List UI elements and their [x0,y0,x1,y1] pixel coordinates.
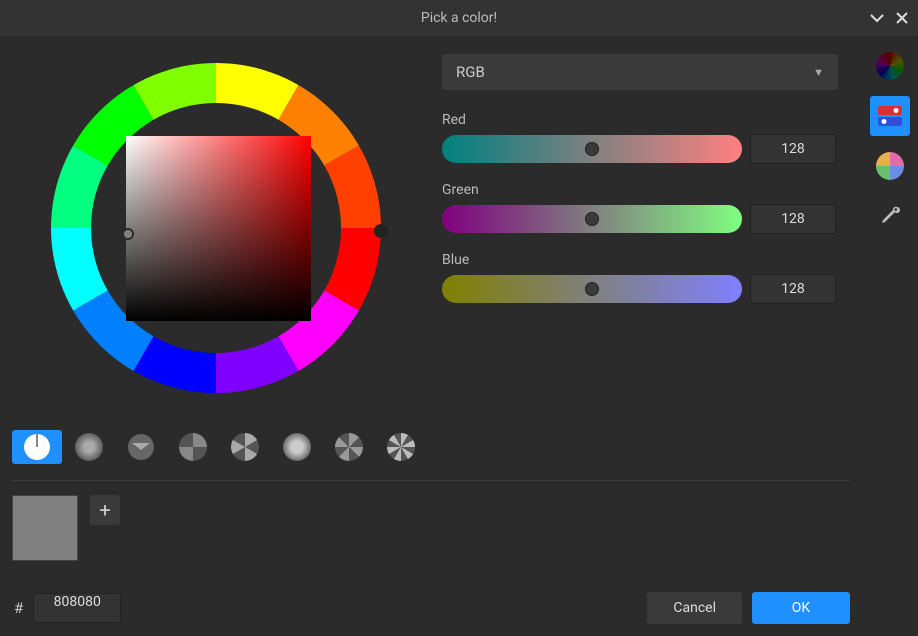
add-swatch-button[interactable]: + [90,495,120,525]
close-icon[interactable] [896,12,908,24]
preset-swatch[interactable] [220,430,270,464]
divider [12,480,850,481]
cancel-button[interactable]: Cancel [647,592,742,624]
blue-value-input[interactable]: 128 [750,274,836,304]
plus-icon: + [99,500,110,520]
slider-knob[interactable] [585,212,599,226]
red-slider[interactable] [442,135,742,163]
hex-input[interactable]: 808080 [33,593,121,623]
green-slider[interactable] [442,205,742,233]
minimize-icon[interactable] [870,13,884,23]
window-title: Pick a color! [421,10,497,26]
slider-label: Green [442,182,850,198]
chevron-down-icon: ▼ [813,66,824,79]
current-color-swatch[interactable] [12,495,78,561]
rail-palette-icon[interactable] [870,146,910,186]
titlebar: Pick a color! [0,0,918,36]
preset-swatch-row [12,430,850,464]
slider-label: Red [442,112,850,128]
preset-swatch[interactable] [324,430,374,464]
mode-label: RGB [456,63,485,81]
preset-swatch[interactable] [116,430,166,464]
sv-handle[interactable] [122,228,134,240]
rail-settings-icon[interactable] [870,196,910,236]
blue-slider[interactable] [442,275,742,303]
preset-swatch[interactable] [376,430,426,464]
preset-swatch[interactable] [12,430,62,464]
right-rail [862,36,918,636]
slider-knob[interactable] [585,282,599,296]
slider-knob[interactable] [585,142,599,156]
rail-wheel-icon[interactable] [870,46,910,86]
green-value-input[interactable]: 128 [750,204,836,234]
hue-ring-handle[interactable] [374,224,388,238]
slider-label: Blue [442,252,850,268]
preset-swatch[interactable] [272,430,322,464]
rail-sliders-icon[interactable] [870,96,910,136]
red-value-input[interactable]: 128 [750,134,836,164]
hex-prefix: # [14,599,23,617]
sv-box[interactable] [126,136,311,321]
color-mode-select[interactable]: RGB ▼ [442,54,838,90]
color-wheel[interactable] [36,48,396,408]
preset-swatch[interactable] [64,430,114,464]
ok-button[interactable]: OK [752,592,850,624]
preset-swatch[interactable] [168,430,218,464]
